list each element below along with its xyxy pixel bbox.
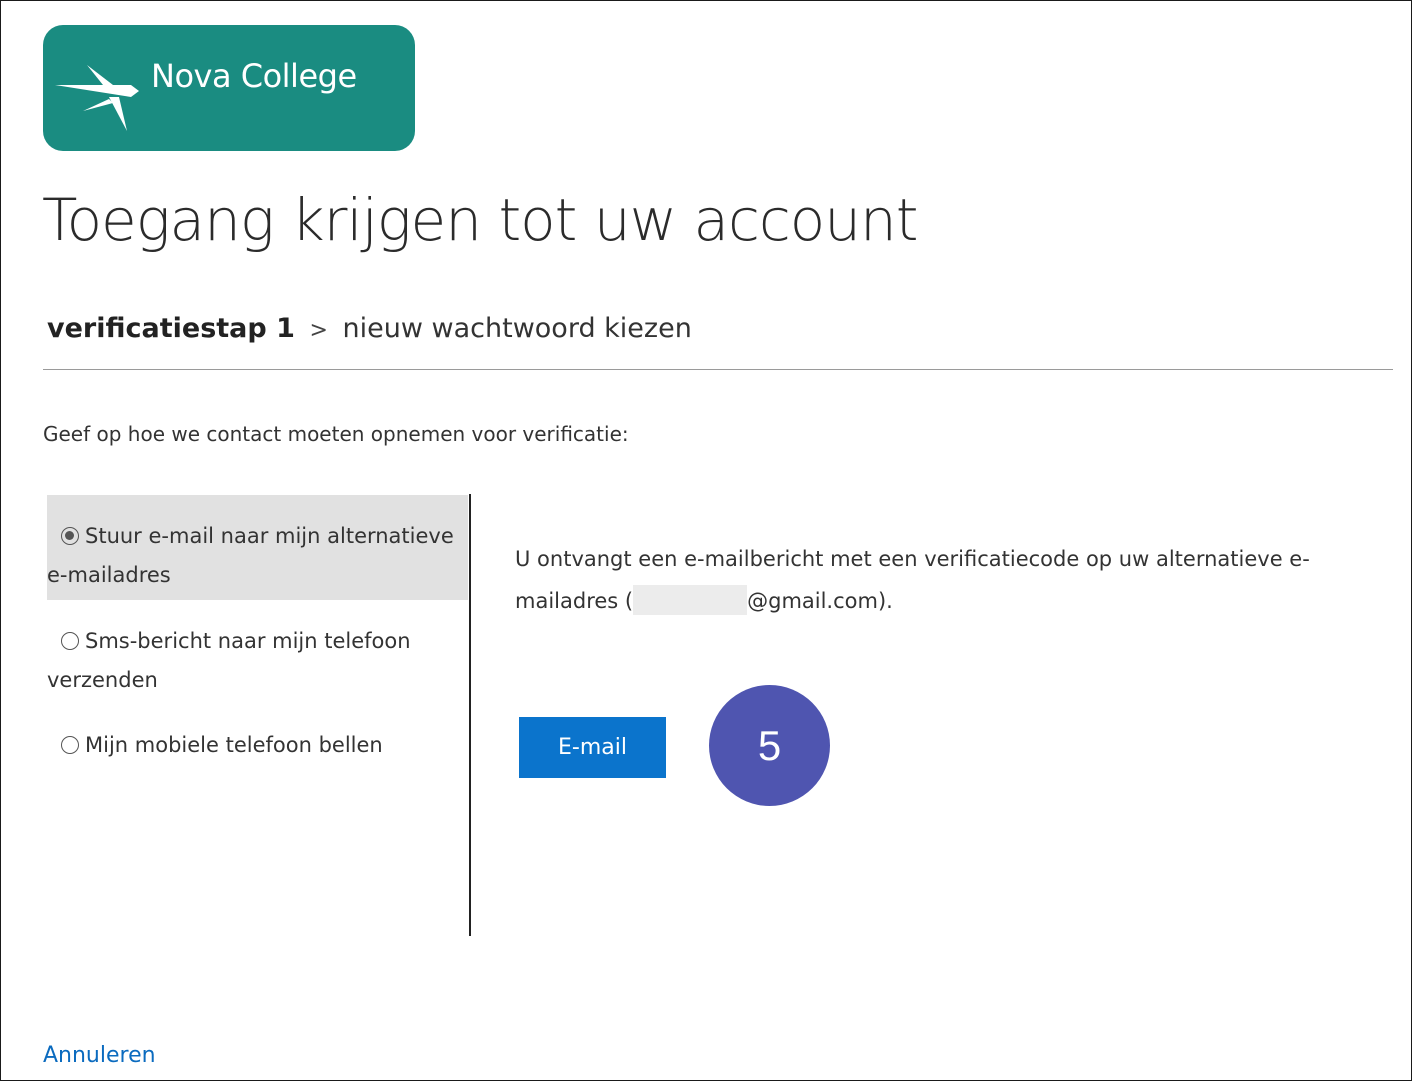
option-sms-phone-label: Sms-bericht naar mijn telefoon verzenden: [47, 629, 411, 692]
logo-text: Nova College: [151, 57, 357, 95]
radio-sms-phone[interactable]: [61, 632, 79, 650]
option-email-alternate-label: Stuur e-mail naar mijn alternatieve e-ma…: [47, 524, 454, 587]
option-sms-phone[interactable]: Sms-bericht naar mijn telefoon verzenden: [47, 600, 468, 726]
option-email-alternate[interactable]: Stuur e-mail naar mijn alternatieve e-ma…: [47, 495, 468, 600]
option-call-mobile[interactable]: Mijn mobiele telefoon bellen: [47, 726, 468, 765]
page-title: Toegang krijgen tot uw account: [42, 186, 919, 254]
email-button[interactable]: E-mail: [519, 717, 666, 778]
radio-call-mobile[interactable]: [61, 736, 79, 754]
cancel-link[interactable]: Annuleren: [43, 1043, 156, 1068]
radio-email-alternate[interactable]: [61, 527, 79, 545]
step-number-badge: 5: [709, 685, 830, 806]
breadcrumb: verificatiestap 1 > nieuw wachtwoord kie…: [47, 313, 692, 344]
option-call-mobile-label: Mijn mobiele telefoon bellen: [85, 733, 383, 757]
breadcrumb-current-step: verificatiestap 1: [47, 313, 295, 344]
options-vertical-divider: [469, 494, 471, 936]
verification-detail-text: U ontvangt een e-mailbericht met een ver…: [515, 538, 1385, 622]
detail-email-domain: @gmail.com).: [747, 589, 893, 613]
logo-emblem-icon: [55, 65, 139, 131]
breadcrumb-next-step: nieuw wachtwoord kiezen: [342, 313, 692, 344]
instruction-text: Geef op hoe we contact moeten opnemen vo…: [43, 422, 629, 446]
nova-college-logo: Nova College: [43, 25, 415, 151]
header-divider: [43, 369, 1393, 370]
verification-method-list: Stuur e-mail naar mijn alternatieve e-ma…: [47, 495, 468, 765]
masked-email-address: [633, 585, 748, 615]
breadcrumb-separator: >: [309, 318, 328, 343]
